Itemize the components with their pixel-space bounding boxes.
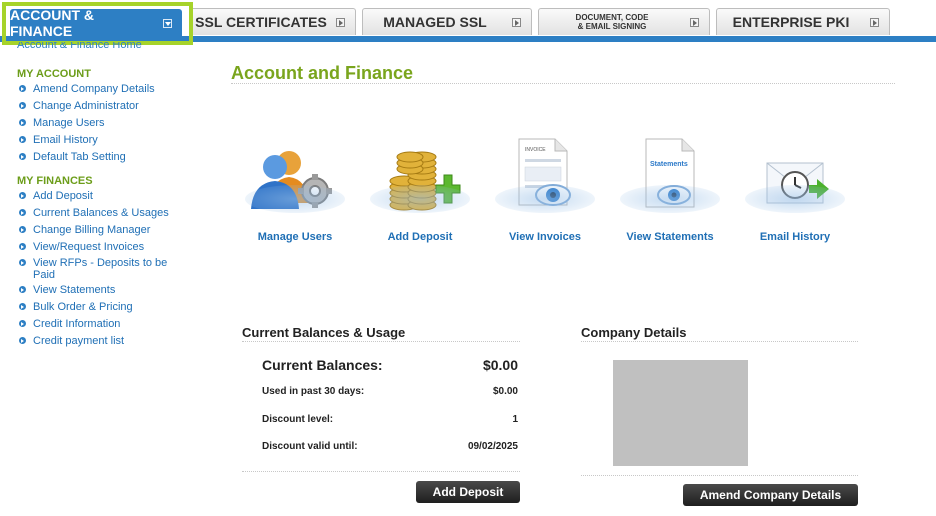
tab-arrow-icon: [512, 18, 521, 27]
invoice-doc-text: INVOICE: [525, 147, 546, 153]
sidebar-item-email-history[interactable]: Email History: [17, 133, 207, 148]
bullet-arrow-icon: [19, 85, 26, 92]
current-balance-value: $0.00: [482, 357, 518, 373]
sidebar-item-amend-company-details[interactable]: Amend Company Details: [17, 82, 207, 97]
shortcut-label: View Statements: [626, 231, 714, 243]
bullet-arrow-icon: [19, 286, 26, 293]
bullet-arrow-icon: [19, 303, 26, 310]
selection-highlight: [2, 2, 193, 45]
current-balance-label: Current Balances:: [262, 357, 383, 373]
sidebar-item-label: Current Balances & Usages: [33, 207, 169, 219]
company-bottom-divider: [581, 475, 858, 476]
sidebar-item-change-billing-manager[interactable]: Change Billing Manager: [17, 223, 207, 238]
shortcut-view-invoices[interactable]: INVOICE View Invoices: [483, 125, 607, 243]
tab-document-code-email-signing[interactable]: DOCUMENT, CODE & EMAIL SIGNING: [538, 8, 710, 35]
sidebar-item-label: Change Billing Manager: [33, 224, 151, 236]
tab-label: MANAGED SSL: [383, 14, 487, 30]
shortcut-label: View Invoices: [509, 231, 581, 243]
sidebar-item-label: Credit payment list: [33, 335, 125, 347]
statement-doc-text: Statements: [650, 161, 688, 168]
company-divider: [581, 341, 858, 342]
sidebar-item-view-request-invoices[interactable]: View/Request Invoices: [17, 240, 207, 255]
amend-company-details-button[interactable]: Amend Company Details: [683, 484, 858, 506]
sidebar-item-label: View Statements: [33, 284, 116, 296]
tab-arrow-icon: [336, 18, 345, 27]
sidebar-item-credit-payment-list[interactable]: Credit payment list: [17, 334, 207, 349]
top-tab-bar: SSL CERTIFICATES MANAGED SSL DOCUMENT, C…: [0, 0, 936, 45]
balances-bottom-divider: [242, 471, 520, 472]
tab-label-line2: & EMAIL SIGNING: [577, 22, 647, 31]
sidebar-item-current-balances[interactable]: Current Balances & Usages: [17, 206, 207, 221]
title-divider: [231, 83, 895, 84]
sidebar-item-change-administrator[interactable]: Change Administrator: [17, 99, 207, 114]
shortcut-label: Add Deposit: [387, 231, 453, 243]
bullet-arrow-icon: [19, 337, 26, 344]
sidebar-item-manage-users[interactable]: Manage Users: [17, 116, 207, 131]
shortcut-label: Email History: [759, 231, 831, 243]
tab-ssl-certificates[interactable]: SSL CERTIFICATES: [190, 8, 356, 35]
discount-valid-value: 09/02/2025: [467, 441, 518, 452]
tab-label-line1: DOCUMENT, CODE: [575, 13, 649, 22]
tab-label: SSL CERTIFICATES: [195, 14, 327, 30]
discount-level-value: 1: [512, 414, 518, 425]
page-title: Account and Finance: [231, 63, 414, 83]
sidebar-item-label: Manage Users: [33, 117, 105, 129]
bullet-arrow-icon: [19, 153, 26, 160]
used-30-days-value: $0.00: [492, 386, 518, 397]
sidebar-item-label: Amend Company Details: [33, 83, 155, 95]
tab-label: DOCUMENT, CODE & EMAIL SIGNING: [576, 13, 649, 31]
bullet-arrow-icon: [19, 226, 26, 233]
sidebar-item-label: View/Request Invoices: [33, 241, 145, 253]
sidebar: Account & Finance Home MY ACCOUNT Amend …: [17, 42, 207, 351]
bullet-arrow-icon: [19, 209, 26, 216]
sidebar-item-label: Default Tab Setting: [33, 151, 126, 163]
used-30-days-label: Used in past 30 days:: [262, 386, 365, 397]
shortcut-email-history[interactable]: Email History: [733, 125, 857, 243]
tab-managed-ssl[interactable]: MANAGED SSL: [362, 8, 532, 35]
sidebar-item-credit-information[interactable]: Credit Information: [17, 317, 207, 332]
bullet-arrow-icon: [19, 259, 26, 266]
sidebar-item-view-statements[interactable]: View Statements: [17, 283, 207, 298]
bullet-arrow-icon: [19, 192, 26, 199]
sidebar-item-bulk-order-pricing[interactable]: Bulk Order & Pricing: [17, 300, 207, 315]
sidebar-item-label: Credit Information: [33, 318, 121, 330]
discount-valid-row: Discount valid until: 09/02/2025: [262, 441, 518, 452]
breadcrumb[interactable]: Account & Finance Home: [17, 42, 207, 52]
discount-level-row: Discount level: 1: [262, 414, 518, 425]
bullet-arrow-icon: [19, 243, 26, 250]
sidebar-item-add-deposit[interactable]: Add Deposit: [17, 189, 207, 204]
my-finances-heading: MY FINANCES: [17, 175, 93, 187]
bullet-arrow-icon: [19, 102, 26, 109]
current-balance-row: Current Balances: $0.00: [262, 357, 518, 373]
discount-level-label: Discount level:: [262, 414, 334, 425]
tab-arrow-icon: [870, 18, 879, 27]
balances-divider: [242, 341, 520, 342]
shortcut-add-deposit[interactable]: Add Deposit: [358, 125, 482, 243]
used-30-days-row: Used in past 30 days: $0.00: [262, 386, 518, 397]
my-account-heading: MY ACCOUNT: [17, 68, 91, 80]
sidebar-item-view-rfps[interactable]: View RFPs - Deposits to be Paid: [17, 257, 183, 281]
shortcut-view-statements[interactable]: Statements View Statements: [608, 125, 732, 243]
shortcut-label: Manage Users: [257, 231, 333, 243]
sidebar-item-label: Add Deposit: [33, 190, 93, 202]
bullet-arrow-icon: [19, 136, 26, 143]
tab-arrow-icon: [690, 18, 699, 27]
tab-enterprise-pki[interactable]: ENTERPRISE PKI: [716, 8, 890, 35]
shortcut-manage-users[interactable]: Manage Users: [233, 125, 357, 243]
sidebar-item-label: Bulk Order & Pricing: [33, 301, 133, 313]
tab-label: ENTERPRISE PKI: [732, 14, 850, 30]
sidebar-item-default-tab-setting[interactable]: Default Tab Setting: [17, 150, 207, 165]
sidebar-item-label: View RFPs - Deposits to be Paid: [33, 257, 168, 281]
bullet-arrow-icon: [19, 119, 26, 126]
add-deposit-button[interactable]: Add Deposit: [416, 481, 520, 503]
sidebar-item-label: Email History: [33, 134, 98, 146]
sidebar-item-label: Change Administrator: [33, 100, 139, 112]
discount-valid-label: Discount valid until:: [262, 441, 358, 452]
company-details-heading: Company Details: [581, 325, 687, 340]
company-logo-placeholder: [613, 360, 748, 466]
balances-heading: Current Balances & Usage: [242, 325, 406, 340]
bullet-arrow-icon: [19, 320, 26, 327]
